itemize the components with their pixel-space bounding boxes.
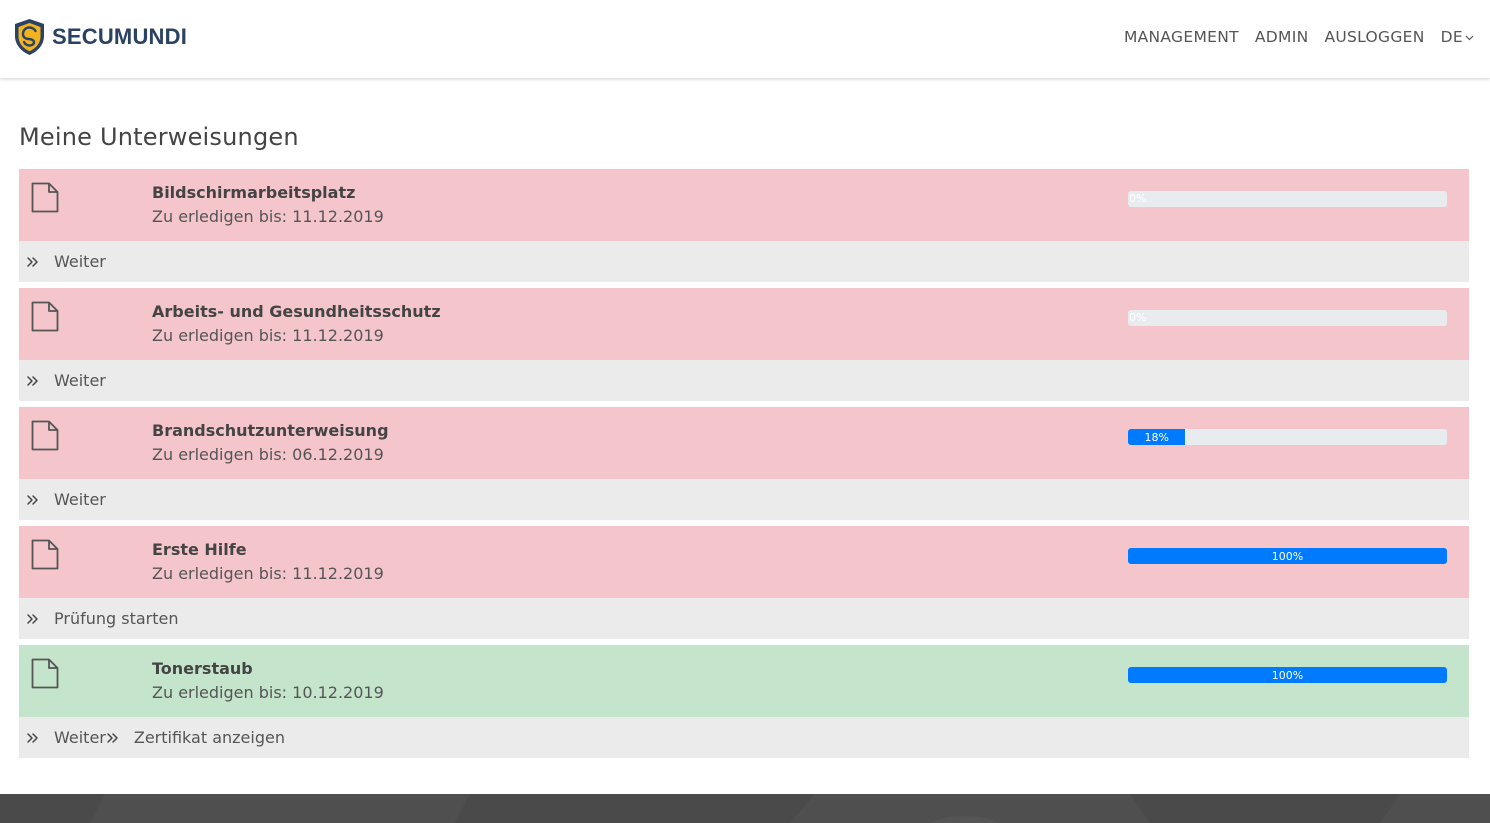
training-action-link[interactable]: Weiter (26, 371, 106, 390)
progress-bar: 100% (1128, 548, 1447, 564)
training-card: Brandschutzunterweisung Zu erledigen bis:… (19, 407, 1469, 520)
document-icon (31, 301, 59, 332)
training-card-header: Arbeits- und Gesundheitsschutz Zu erledig… (19, 288, 1469, 360)
progress-fill: 100% (1128, 667, 1447, 683)
double-chevron-right-icon (26, 494, 40, 506)
document-icon (31, 420, 59, 451)
training-due-date: Zu erledigen bis: 11.12.2019 (152, 326, 384, 345)
chevron-down-icon (1465, 35, 1474, 41)
brand-name: SECUMUNDI (52, 24, 188, 49)
double-chevron-right-icon (26, 375, 40, 387)
training-card-actions: Weiter (19, 241, 1469, 282)
progress-label: 0% (1129, 192, 1147, 205)
training-title: Arbeits- und Gesundheitsschutz (152, 302, 441, 321)
double-chevron-right-icon (26, 256, 40, 268)
training-card: Bildschirmarbeitsplatz Zu erledigen bis: … (19, 169, 1469, 282)
training-card: Erste Hilfe Zu erledigen bis: 11.12.2019 1… (19, 526, 1469, 639)
training-card-header: Bildschirmarbeitsplatz Zu erledigen bis: … (19, 169, 1469, 241)
brand-logo[interactable]: SECUMUNDI (13, 18, 187, 56)
training-action-link[interactable]: Weiter (26, 728, 106, 747)
progress-bar: 100% (1128, 667, 1447, 683)
training-action-label: Zertifikat anzeigen (133, 728, 285, 747)
language-label: DE (1440, 28, 1463, 46)
training-action-label: Weiter (54, 728, 106, 747)
page-footer (0, 794, 1490, 823)
training-due-date: Zu erledigen bis: 06.12.2019 (152, 445, 384, 464)
training-action-label: Weiter (54, 252, 106, 271)
double-chevron-right-icon (26, 613, 40, 625)
training-card-header: Tonerstaub Zu erledigen bis: 10.12.2019 10… (19, 645, 1469, 717)
document-icon (31, 182, 59, 213)
training-card: Arbeits- und Gesundheitsschutz Zu erledig… (19, 288, 1469, 401)
main-nav: MANAGEMENT ADMIN AUSLOGGEN DE (1108, 28, 1474, 46)
training-action-link[interactable]: Zertifikat anzeigen (106, 728, 285, 747)
training-action-link[interactable]: Weiter (26, 490, 106, 509)
training-card: Tonerstaub Zu erledigen bis: 10.12.2019 10… (19, 645, 1469, 758)
training-due-date: Zu erledigen bis: 11.12.2019 (152, 207, 384, 226)
training-due-date: Zu erledigen bis: 11.12.2019 (152, 564, 384, 583)
document-icon (31, 658, 59, 689)
training-action-label: Weiter (54, 371, 106, 390)
training-title: Erste Hilfe (152, 540, 247, 559)
training-action-label: Prüfung starten (54, 609, 179, 628)
training-card-header: Erste Hilfe Zu erledigen bis: 11.12.2019 1… (19, 526, 1469, 598)
document-icon (31, 539, 59, 570)
progress-bar: 0% (1128, 310, 1447, 326)
nav-admin[interactable]: ADMIN (1255, 28, 1309, 46)
top-navbar: SECUMUNDI MANAGEMENT ADMIN AUSLOGGEN DE (0, 0, 1490, 79)
training-action-label: Weiter (54, 490, 106, 509)
nav-management[interactable]: MANAGEMENT (1124, 28, 1239, 46)
training-title: Brandschutzunterweisung (152, 421, 389, 440)
training-card-actions: Weiter (19, 479, 1469, 520)
progress-bar: 0% (1128, 191, 1447, 207)
progress-bar: 18% (1128, 429, 1447, 445)
progress-fill: 18% (1128, 429, 1186, 445)
training-title: Bildschirmarbeitsplatz (152, 183, 356, 202)
training-card-actions: Weiter (19, 360, 1469, 401)
double-chevron-right-icon (26, 732, 40, 744)
training-title: Tonerstaub (152, 659, 253, 678)
training-card-actions: Weiter Zertifikat anzeigen (19, 717, 1469, 758)
training-due-date: Zu erledigen bis: 10.12.2019 (152, 683, 384, 702)
training-action-link[interactable]: Weiter (26, 252, 106, 271)
training-action-link[interactable]: Prüfung starten (26, 609, 179, 628)
training-card-actions: Prüfung starten (19, 598, 1469, 639)
progress-label: 0% (1129, 311, 1147, 324)
language-switcher[interactable]: DE (1441, 28, 1474, 46)
page-title: Meine Unterweisungen (19, 123, 299, 151)
footer-decoration (90, 794, 1490, 823)
progress-fill: 100% (1128, 548, 1447, 564)
nav-logout[interactable]: AUSLOGGEN (1324, 28, 1424, 46)
double-chevron-right-icon (106, 732, 120, 744)
shield-logo-icon (15, 19, 44, 55)
training-list: Bildschirmarbeitsplatz Zu erledigen bis: … (19, 169, 1469, 764)
training-card-header: Brandschutzunterweisung Zu erledigen bis:… (19, 407, 1469, 479)
